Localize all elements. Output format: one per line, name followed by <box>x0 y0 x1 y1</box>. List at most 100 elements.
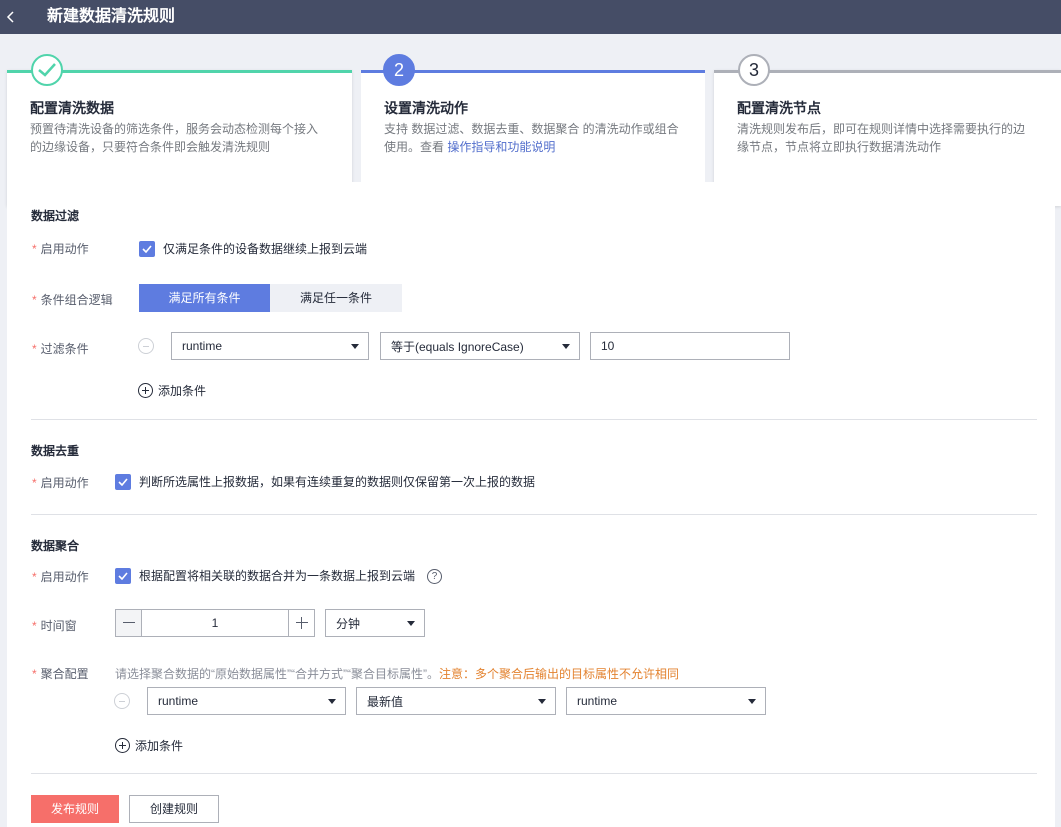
field-label-text: 启用动作 <box>40 570 89 584</box>
remove-condition-icon[interactable] <box>138 338 154 354</box>
checkbox-checked[interactable] <box>115 567 131 584</box>
section-divider <box>31 514 1037 515</box>
field-label: * 过滤条件 <box>32 340 89 357</box>
hint-text: 请选择聚合数据的“原始数据属性”“合并方式”“聚合目标属性”。 <box>115 667 439 681</box>
step-description: 清洗规则发布后，即可在规则详情中选择需要执行的边 缘节点，节点将立即执行数据清洗… <box>737 120 1025 156</box>
chevron-left-icon <box>6 11 14 23</box>
step-number: 2 <box>383 54 415 86</box>
checkbox-label: 判断所选属性上报数据，如果有连续重复的数据则仅保留第一次上报的数据 <box>139 475 536 489</box>
guide-link[interactable]: 操作指导和功能说明 <box>447 140 555 154</box>
create-rule-button[interactable]: 创建规则 <box>129 795 219 823</box>
filter-attribute-select[interactable]: runtime <box>171 332 369 360</box>
step-title: 配置清洗节点 <box>737 100 821 116</box>
field-label-text: 聚合配置 <box>40 667 89 681</box>
plus-icon <box>296 622 308 623</box>
time-window-stepper[interactable]: 1 <box>115 609 315 637</box>
increment-button[interactable] <box>288 610 314 636</box>
add-filter-condition-button[interactable]: 添加条件 <box>138 382 206 399</box>
wizard-steps: 配置清洗数据 预置待清洗设备的筛选条件，服务会动态检测每个接入 的边缘设备，只要… <box>0 34 1061 218</box>
time-unit-select[interactable]: 分钟 <box>325 609 425 637</box>
page-title: 新建数据清洗规则 <box>47 8 176 25</box>
logic-option-all[interactable]: 满足所有条件 <box>139 284 270 312</box>
filter-value-input[interactable]: 10 <box>590 332 790 360</box>
field-label-text: 条件组合逻辑 <box>40 293 113 307</box>
step-number: 3 <box>738 54 770 86</box>
select-value: runtime <box>577 694 618 708</box>
add-aggregate-condition-button[interactable]: 添加条件 <box>115 737 183 754</box>
section-title-aggregate: 数据聚合 <box>31 539 80 553</box>
check-icon <box>118 477 128 486</box>
field-label: * 启用动作 <box>32 240 89 257</box>
field-label: * 时间窗 <box>32 617 77 634</box>
select-value: 最新值 <box>367 694 404 709</box>
checkbox-label: 根据配置将相关联的数据合并为一条数据上报到云端 <box>139 569 416 583</box>
step-title: 配置清洗数据 <box>30 100 114 116</box>
checkbox-checked[interactable] <box>115 473 131 490</box>
add-condition-label: 添加条件 <box>135 739 184 753</box>
filter-operator-select[interactable]: 等于(equals IgnoreCase) <box>380 332 580 360</box>
caret-down-icon <box>407 621 415 626</box>
required-mark: * <box>32 242 37 256</box>
field-label: * 条件组合逻辑 <box>32 291 113 308</box>
field-label-text: 启用动作 <box>40 242 89 256</box>
required-mark: * <box>32 570 37 584</box>
section-title-dedup: 数据去重 <box>31 444 80 458</box>
step-description-line: 缘节点，节点将立即执行数据清洗动作 <box>737 140 942 154</box>
section-title-filter: 数据过滤 <box>31 209 80 223</box>
remove-aggregate-icon[interactable] <box>114 693 130 709</box>
field-label: * 启用动作 <box>32 474 89 491</box>
plus-icon-vertical <box>301 617 302 629</box>
caret-down-icon <box>328 699 336 704</box>
publish-rule-button[interactable]: 发布规则 <box>31 795 119 823</box>
logic-segmented-control[interactable]: 满足所有条件 满足任一条件 <box>139 284 402 312</box>
caret-down-icon <box>351 344 359 349</box>
dedup-enable-checkbox[interactable]: 判断所选属性上报数据，如果有连续重复的数据则仅保留第一次上报的数据 <box>115 473 535 490</box>
target-attribute-select[interactable]: runtime <box>566 687 766 715</box>
step-title: 设置清洗动作 <box>384 100 468 116</box>
top-bar: 新建数据清洗规则 <box>0 0 1061 34</box>
step-description: 支持 数据过滤、数据去重、数据聚合 的清洗动作或组合 使用。查看 操作指导和功能… <box>384 120 679 156</box>
field-label: * 聚合配置 <box>32 665 89 682</box>
select-value: runtime <box>182 339 223 353</box>
step-description-line: 的边缘设备，只要符合条件即会触发清洗规则 <box>30 140 271 154</box>
time-window-value[interactable]: 1 <box>142 610 288 636</box>
section-divider <box>31 773 1037 774</box>
checkbox-checked[interactable] <box>139 240 155 257</box>
form-panel: 数据过滤 * 启用动作 仅满足条件的设备数据继续上报到云端 * 条件组合逻辑 满足所… <box>7 182 1055 827</box>
caret-down-icon <box>748 699 756 704</box>
select-value: 分钟 <box>336 616 361 631</box>
aggregate-config-hint: 请选择聚合数据的“原始数据属性”“合并方式”“聚合目标属性”。注意：多个聚合后输… <box>115 665 679 682</box>
step-description: 预置待清洗设备的筛选条件，服务会动态检测每个接入 的边缘设备，只要符合条件即会触… <box>30 120 318 156</box>
required-mark: * <box>32 667 37 681</box>
select-value: runtime <box>158 694 199 708</box>
caret-down-icon <box>538 699 546 704</box>
field-label-text: 启用动作 <box>40 476 89 490</box>
plus-circle-icon <box>115 738 130 753</box>
add-condition-label: 添加条件 <box>158 384 207 398</box>
step-description-line: 清洗规则发布后，即可在规则详情中选择需要执行的边 <box>737 122 1026 136</box>
warning-text: 注意：多个聚合后输出的目标属性不允许相同 <box>438 667 679 681</box>
help-icon[interactable]: ? <box>427 569 442 584</box>
field-label: * 启用动作 <box>32 568 89 585</box>
decrement-button[interactable] <box>116 610 142 636</box>
step-description-line: 使用。查看 操作指导和功能说明 <box>384 138 679 156</box>
step-description-text: 使用。查看 <box>384 140 448 154</box>
logic-option-any[interactable]: 满足任一条件 <box>270 284 402 312</box>
plus-circle-icon <box>138 383 153 398</box>
required-mark: * <box>32 342 37 356</box>
back-button[interactable] <box>0 0 20 34</box>
source-attribute-select[interactable]: runtime <box>147 687 346 715</box>
check-icon <box>118 571 128 580</box>
step-description-line: 预置待清洗设备的筛选条件，服务会动态检测每个接入 <box>30 122 319 136</box>
minus-icon <box>123 622 135 623</box>
field-label-text: 时间窗 <box>40 619 77 633</box>
select-value: 等于(equals IgnoreCase) <box>391 339 524 354</box>
check-icon <box>38 63 56 77</box>
required-mark: * <box>32 619 37 633</box>
required-mark: * <box>32 476 37 490</box>
aggregate-enable-checkbox[interactable]: 根据配置将相关联的数据合并为一条数据上报到云端 <box>115 567 415 584</box>
field-label-text: 过滤条件 <box>40 342 89 356</box>
filter-enable-checkbox[interactable]: 仅满足条件的设备数据继续上报到云端 <box>139 240 367 257</box>
merge-method-select[interactable]: 最新值 <box>356 687 556 715</box>
step-description-line: 支持 数据过滤、数据去重、数据聚合 的清洗动作或组合 <box>384 122 679 136</box>
